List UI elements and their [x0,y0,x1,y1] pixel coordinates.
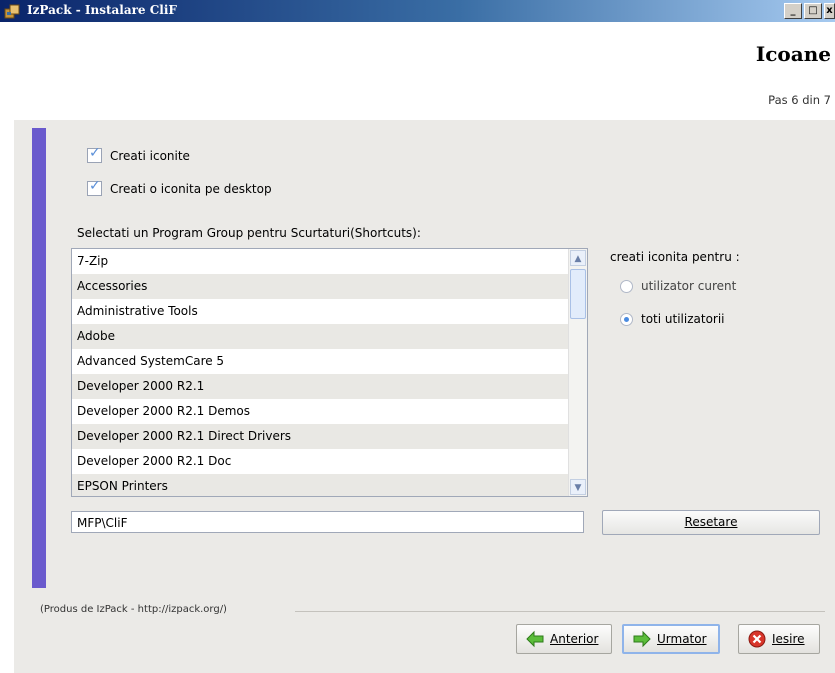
reset-button-label: Resetare [684,515,738,529]
step-indicator: Pas 6 din 7 [768,93,831,107]
radio-all-users[interactable]: toti utilizatorii [620,312,725,326]
back-button-label: Anterior [550,632,599,646]
installer-icon [4,4,20,19]
list-item[interactable]: Developer 2000 R2.1 [72,374,568,399]
program-group-list[interactable]: 7-Zip Accessories Administrative Tools A… [71,248,588,497]
maximize-button[interactable]: □ [804,3,822,19]
list-item[interactable]: Developer 2000 R2.1 Direct Drivers [72,424,568,449]
arrow-left-icon [526,630,544,648]
window-title: IzPack - Instalare CliF [27,3,177,17]
close-circle-icon [748,630,766,648]
list-item[interactable]: Advanced SystemCare 5 [72,349,568,374]
exit-button-label: Iesire [772,632,805,646]
radio-circle-selected[interactable] [620,312,633,326]
back-button[interactable]: Anterior [516,624,612,654]
create-desktop-icon-label: Creati o iconita pe desktop [110,181,272,196]
list-item[interactable]: Accessories [72,274,568,299]
reset-button[interactable]: Resetare [602,510,820,535]
minimize-button[interactable]: _ [784,3,802,19]
exit-button[interactable]: Iesire [738,624,820,654]
checkbox-box[interactable]: ✓ [87,145,102,163]
scrollbar-thumb[interactable] [570,269,586,319]
list-scrollbar[interactable]: ▲ ▼ [568,249,587,496]
create-desktop-icon-checkbox[interactable]: ✓ Creati o iconita pe desktop [87,178,272,196]
footer-credit: (Produs de IzPack - http://izpack.org/) [40,604,227,615]
next-button[interactable]: Urmator [622,624,720,654]
radio-circle[interactable] [620,279,633,293]
program-group-rows: 7-Zip Accessories Administrative Tools A… [72,249,568,496]
accent-bar [32,128,46,588]
program-group-label: Selectati un Program Group pentru Scurta… [77,226,421,240]
create-icons-label: Creati iconite [110,148,190,163]
list-item[interactable]: Adobe [72,324,568,349]
page-title: Icoane [755,42,831,66]
arrow-right-icon [633,630,651,648]
footer-divider [295,611,825,612]
checkbox-box[interactable]: ✓ [87,178,102,196]
list-item[interactable]: Developer 2000 R2.1 Doc [72,449,568,474]
list-item[interactable]: Administrative Tools [72,299,568,324]
radio-current-user-label: utilizator curent [641,279,737,293]
next-button-label: Urmator [657,632,707,646]
radio-all-users-label: toti utilizatorii [641,312,725,326]
panel-header: Icoane Pas 6 din 7 [0,22,835,120]
list-item[interactable]: 7-Zip [72,249,568,274]
scroll-down-icon[interactable]: ▼ [570,479,586,495]
check-icon: ✓ [89,145,101,161]
close-button[interactable]: x [824,3,835,19]
program-group-path-input[interactable]: MFP\CliF [71,511,584,533]
window-titlebar[interactable]: IzPack - Instalare CliF _ □ x [0,0,835,22]
list-item[interactable]: Developer 2000 R2.1 Demos [72,399,568,424]
list-item[interactable]: EPSON Printers [72,474,568,496]
target-label: creati iconita pentru : [610,250,740,264]
check-icon: ✓ [89,178,101,194]
scroll-up-icon[interactable]: ▲ [570,250,586,266]
radio-current-user[interactable]: utilizator curent [620,279,736,293]
create-icons-checkbox[interactable]: ✓ Creati iconite [87,145,190,163]
